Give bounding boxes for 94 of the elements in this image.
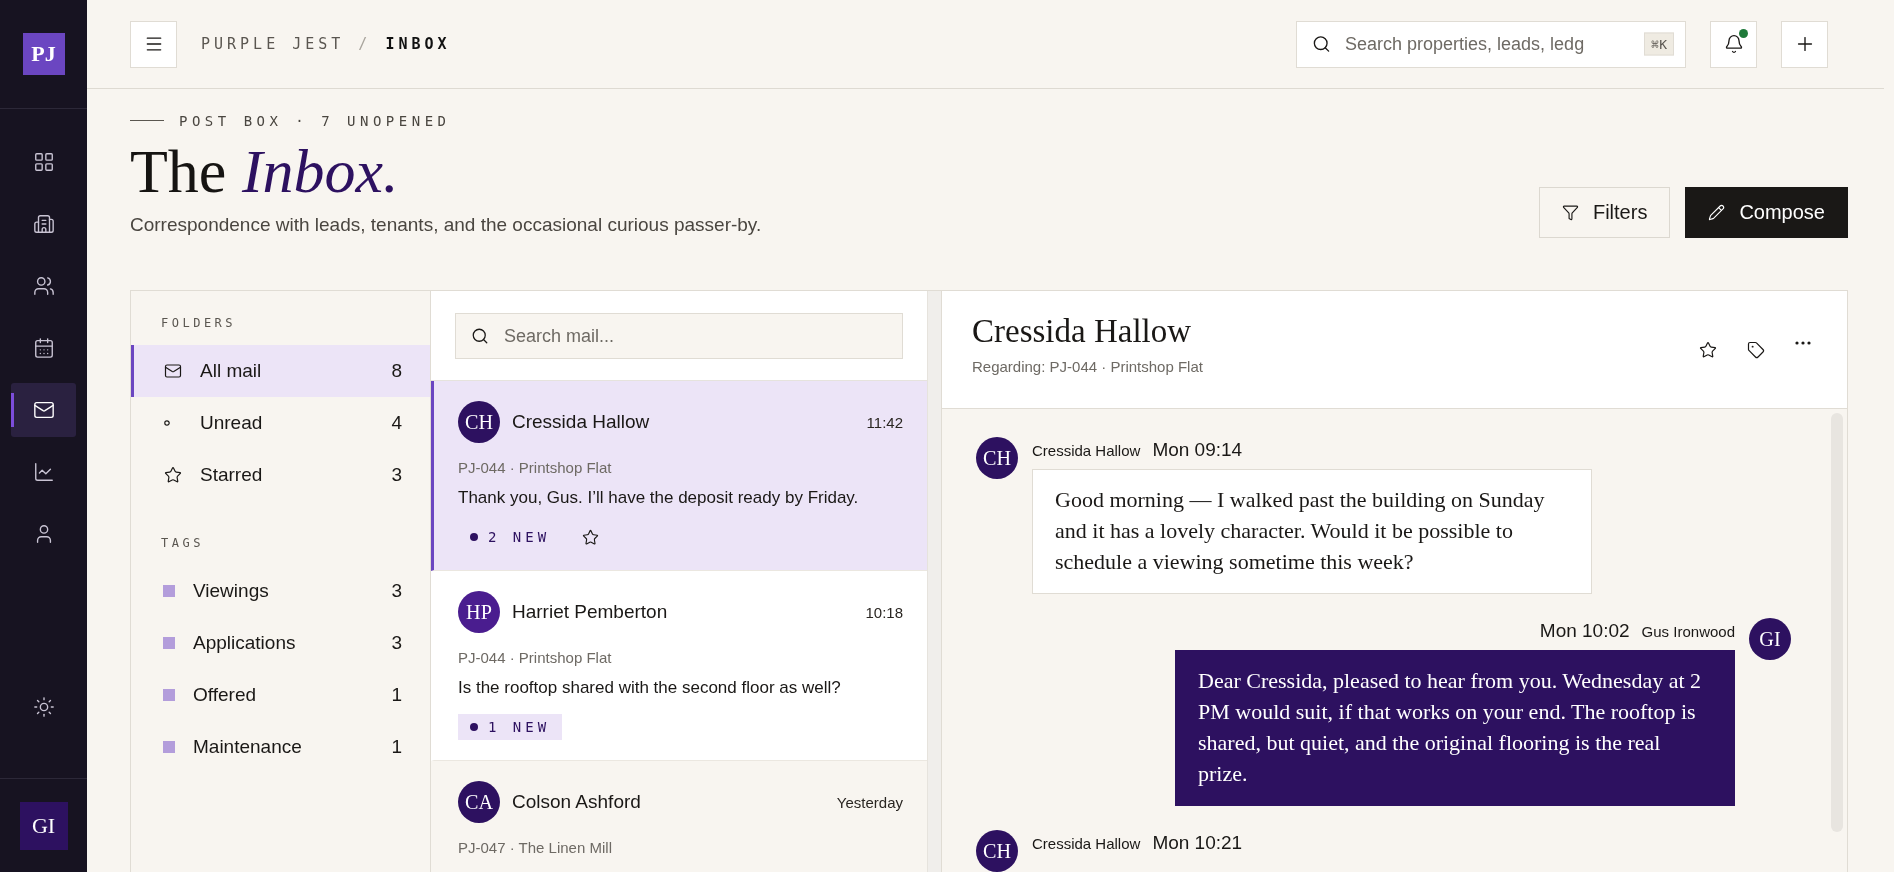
tag-item[interactable]: Applications 3 bbox=[131, 617, 430, 669]
tag-label: Maintenance bbox=[193, 736, 303, 758]
menu-button[interactable] bbox=[130, 20, 177, 68]
search-icon bbox=[1312, 34, 1331, 54]
message-time: Mon 10:21 bbox=[1152, 832, 1243, 854]
tag-count: 1 bbox=[391, 684, 402, 706]
bell-icon bbox=[1723, 34, 1744, 54]
folder-count: 3 bbox=[391, 464, 402, 486]
star-icon bbox=[164, 466, 182, 484]
add-button[interactable] bbox=[1781, 20, 1828, 68]
tag-icon bbox=[1747, 341, 1765, 359]
dashboard-icon bbox=[32, 151, 55, 173]
mail-search-field[interactable]: Search mail... bbox=[455, 313, 903, 359]
building-icon bbox=[32, 213, 55, 235]
folder-label: All mail bbox=[200, 360, 263, 382]
section-heading: TAGS bbox=[160, 535, 205, 552]
property-label: PJ-047 · The Linen Mill bbox=[458, 839, 613, 856]
message-bubble: Dear Cressida, pleased to hear from you. Wednesday at 2 PM would suit, if that works on your end. The rooftop is shared, but quiet, and the original flooring is the real prize. bbox=[1175, 650, 1735, 806]
filter-icon bbox=[1561, 204, 1579, 221]
avatar: CH bbox=[976, 437, 1018, 479]
section-heading: FOLDERS bbox=[160, 316, 238, 332]
tag-item[interactable]: Maintenance 1 bbox=[131, 721, 430, 773]
tag-count: 3 bbox=[391, 580, 402, 602]
property-label: PJ-044 · Printshop Flat bbox=[458, 459, 613, 476]
tag-item[interactable]: Viewings 3 bbox=[131, 565, 430, 617]
avatar: CH bbox=[458, 401, 500, 443]
folder-item[interactable]: Starred 3 bbox=[131, 449, 430, 501]
tag-count: 1 bbox=[391, 736, 402, 758]
conversation-subtitle: Regarding: PJ-044 · Printshop Flat bbox=[972, 358, 1204, 375]
message-preview: Thank you, Gus. I’ll have the deposit ready by Friday. bbox=[458, 488, 860, 508]
message-sender: Cressida Hallow bbox=[1032, 442, 1141, 459]
mail-icon bbox=[32, 399, 55, 421]
sender-name: Harriet Pemberton bbox=[512, 601, 669, 623]
calendar-icon bbox=[32, 337, 55, 359]
shortcut-hint: ⌘K bbox=[1644, 32, 1674, 56]
new-badge: 2 NEW bbox=[458, 524, 563, 550]
search-icon bbox=[471, 327, 489, 345]
tag-swatch bbox=[163, 637, 175, 649]
breadcrumb-separator: / bbox=[358, 35, 372, 53]
avatar: HP bbox=[458, 591, 500, 633]
folder-count: 8 bbox=[391, 360, 402, 382]
folder-count: 4 bbox=[391, 412, 402, 434]
thread-time: Yesterday bbox=[836, 793, 903, 811]
avatar: GI bbox=[1749, 618, 1791, 660]
eyebrow-text: POST BOX · 7 UNOPENED bbox=[179, 112, 451, 129]
tag-label: Viewings bbox=[193, 580, 270, 602]
breadcrumb-item: INBOX bbox=[385, 35, 451, 53]
new-badge: 1 NEW bbox=[458, 714, 563, 740]
logo: PJ bbox=[22, 33, 65, 75]
tag-swatch bbox=[163, 741, 175, 753]
star-icon[interactable] bbox=[582, 528, 600, 546]
scrollbar[interactable] bbox=[927, 291, 941, 872]
tag-label: Offered bbox=[193, 684, 258, 706]
tag-count: 3 bbox=[391, 632, 402, 654]
folder-item[interactable]: All mail 8 bbox=[131, 345, 430, 397]
more-icon bbox=[1795, 341, 1811, 345]
sun-icon bbox=[32, 696, 55, 718]
sender-name: Cressida Hallow bbox=[512, 411, 651, 433]
thread-time: 11:42 bbox=[866, 413, 903, 431]
folder-label: Starred bbox=[200, 464, 264, 486]
notifications-button[interactable] bbox=[1710, 20, 1757, 68]
property-label: PJ-044 · Printshop Flat bbox=[458, 649, 613, 666]
avatar: CH bbox=[976, 830, 1018, 872]
nav-button[interactable] bbox=[11, 383, 76, 437]
message-bubble: Good morning — I walked past the building on Sunday and it has a lovely character. Would it be possible to schedule a viewing sometime this week? bbox=[1032, 469, 1592, 594]
avatar: CA bbox=[458, 781, 500, 823]
thread-time: 10:18 bbox=[865, 603, 903, 621]
message-sender: Gus Ironwood bbox=[1641, 623, 1735, 640]
compose-button[interactable]: Compose bbox=[1685, 187, 1848, 238]
page-subtitle: Correspondence with leads, tenants, and the occasional curious passer-by. bbox=[130, 214, 763, 236]
people-icon bbox=[32, 275, 55, 297]
thread-item[interactable]: CA Colson Ashford Yesterday PJ-047 · The Linen Mill bbox=[431, 761, 927, 872]
filters-button[interactable]: Filters bbox=[1538, 187, 1671, 238]
conversation-title: Cressida Hallow bbox=[972, 313, 1193, 350]
user-avatar[interactable]: GI bbox=[19, 801, 68, 850]
breadcrumb-item[interactable]: PURPLE JEST bbox=[201, 35, 345, 53]
tag-label: Applications bbox=[193, 632, 297, 654]
chart-icon bbox=[32, 461, 55, 483]
folder-label: Unread bbox=[200, 412, 264, 434]
page-title: The Inbox. bbox=[130, 138, 400, 204]
message-time: Mon 09:14 bbox=[1152, 439, 1243, 461]
dot-icon bbox=[164, 420, 170, 426]
message-time: Mon 10:02 bbox=[1539, 620, 1630, 642]
sender-name: Colson Ashford bbox=[512, 791, 642, 813]
tag-item[interactable]: Offered 1 bbox=[131, 669, 430, 721]
tag-swatch bbox=[163, 585, 175, 597]
folder-item[interactable]: Unread 4 bbox=[131, 397, 430, 449]
pencil-icon bbox=[1708, 204, 1726, 221]
message-sender: Cressida Hallow bbox=[1032, 835, 1141, 852]
star-icon bbox=[1699, 341, 1717, 359]
mail-icon bbox=[164, 362, 182, 380]
tag-swatch bbox=[163, 689, 175, 701]
message-preview: Is the rooftop shared with the second floor as well? bbox=[458, 678, 842, 698]
thread-item[interactable]: CH Cressida Hallow 11:42 PJ-044 · Printshop Flat Thank you, Gus. I’ll have the deposit ready by Friday. 2 NEW bbox=[431, 381, 927, 571]
